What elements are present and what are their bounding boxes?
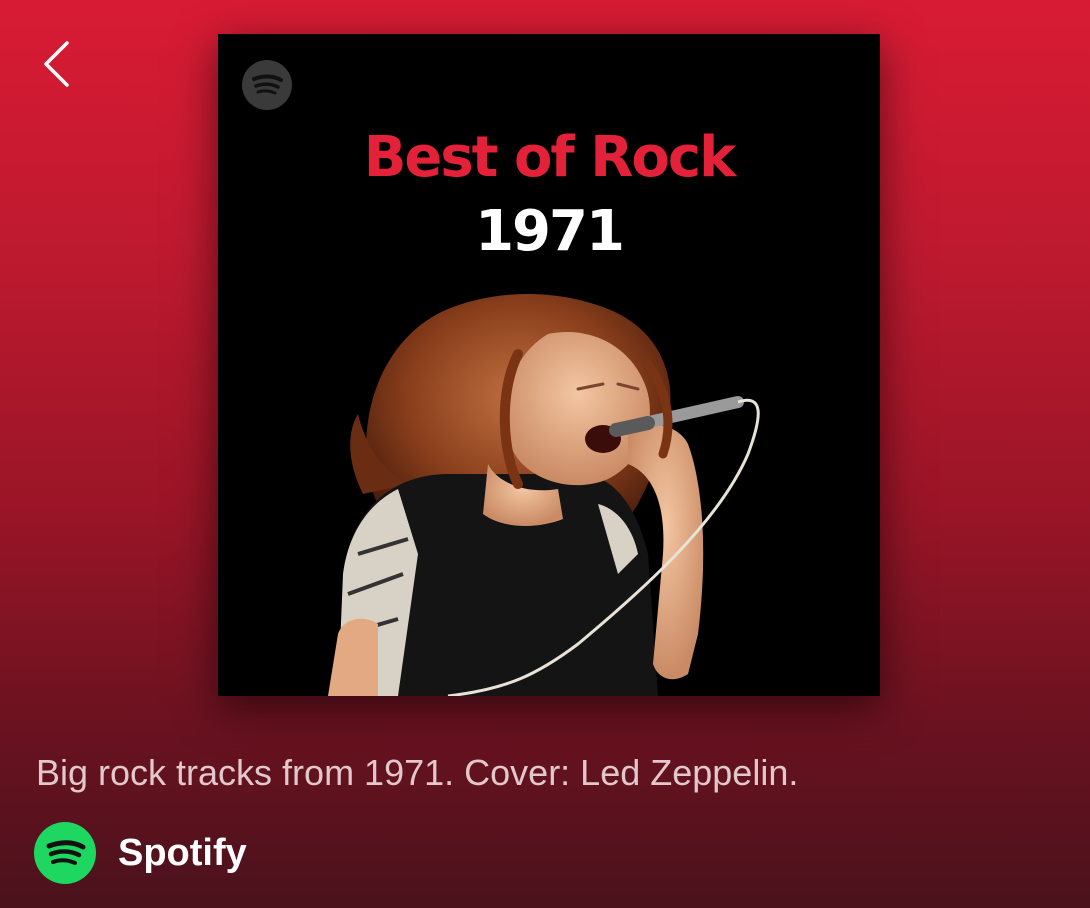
chevron-left-icon xyxy=(41,39,71,89)
playlist-cover: Best of Rock 1971 xyxy=(218,34,880,696)
cover-title: Best of Rock xyxy=(363,125,737,190)
owner-name: Spotify xyxy=(118,831,247,874)
cover-year: 1971 xyxy=(475,199,625,264)
owner-link[interactable]: Spotify xyxy=(34,822,247,884)
playlist-description: Big rock tracks from 1971. Cover: Led Ze… xyxy=(36,752,799,793)
spotify-logo-icon xyxy=(242,60,292,110)
spotify-logo-icon xyxy=(34,822,96,884)
back-button[interactable] xyxy=(34,36,78,92)
